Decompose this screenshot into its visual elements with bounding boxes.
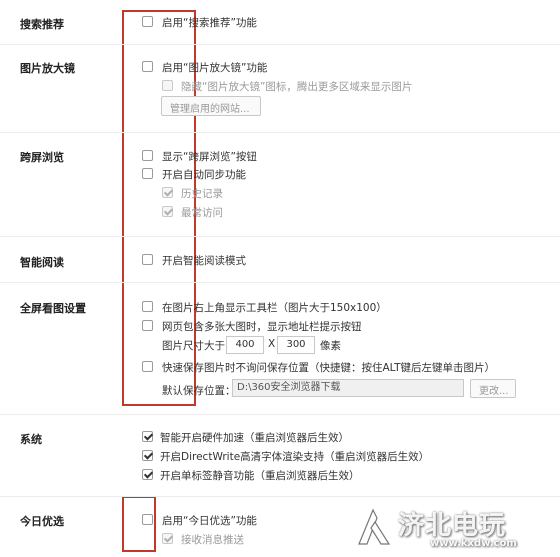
magnifier-enable-label: 启用“图片放大镜”功能: [162, 62, 268, 74]
divider: [0, 132, 560, 133]
today-push-checkbox[interactable]: [162, 533, 173, 544]
splitscreen-show-button-label: 显示“跨屏浏览”按钮: [162, 151, 257, 163]
hw-accel-label: 智能开启硬件加速（重启浏览器后生效）: [160, 432, 349, 444]
divider: [0, 236, 560, 237]
magnifier-hide-icon-checkbox[interactable]: [162, 80, 173, 91]
today-push-label: 接收消息推送: [181, 534, 244, 546]
image-width-input[interactable]: 400: [226, 336, 264, 354]
search-enable-checkbox[interactable]: [142, 16, 153, 27]
splitscreen-history-label: 历史记录: [181, 188, 223, 200]
fullscreen-toolbar-checkbox[interactable]: [142, 301, 153, 312]
section-title-search: 搜索推荐: [20, 18, 64, 31]
section-title-magnifier: 图片放大镜: [20, 62, 75, 75]
magnifier-enable-checkbox[interactable]: [142, 61, 153, 72]
directwrite-label: 开启DirectWrite高清字体渲染支持（重启浏览器后生效）: [160, 451, 430, 463]
change-path-button[interactable]: 更改...: [470, 379, 516, 398]
divider: [0, 282, 560, 283]
reader-enable-checkbox[interactable]: [142, 254, 153, 265]
watermark-logo: [358, 508, 391, 545]
size-x-separator: X: [268, 338, 276, 350]
directwrite-checkbox[interactable]: [142, 450, 153, 461]
hw-accel-checkbox[interactable]: [142, 431, 153, 442]
fullscreen-multi-image-checkbox[interactable]: [142, 320, 153, 331]
section-title-fullscreen: 全屏看图设置: [20, 302, 86, 315]
magnifier-hide-icon-label: 隐藏“图片放大镜”图标，腾出更多区域来显示图片: [181, 81, 413, 93]
splitscreen-history-checkbox[interactable]: [162, 187, 173, 198]
section-title-system: 系统: [20, 433, 42, 446]
section-title-splitscreen: 跨屏浏览: [20, 151, 64, 164]
divider: [0, 44, 560, 45]
splitscreen-recent-label: 最常访问: [181, 207, 223, 219]
reader-enable-label: 开启智能阅读模式: [162, 255, 246, 267]
today-enable-checkbox[interactable]: [142, 514, 153, 525]
manage-sites-button[interactable]: 管理启用的网站...: [161, 96, 261, 116]
image-size-label: 图片尺寸大于: [162, 340, 225, 352]
watermark-url: www.kxdw.com: [430, 538, 517, 549]
search-enable-label: 启用“搜索推荐”功能: [162, 17, 257, 29]
quick-save-label: 快速保存图片时不询问保存位置（快捷键：按住ALT键后左键单击图片）: [162, 362, 495, 374]
splitscreen-auto-sync-label: 开启自动同步功能: [162, 169, 246, 181]
splitscreen-recent-checkbox[interactable]: [162, 206, 173, 217]
default-path-label: 默认保存位置：: [162, 385, 236, 397]
tab-mute-checkbox[interactable]: [142, 469, 153, 480]
splitscreen-auto-sync-checkbox[interactable]: [142, 168, 153, 179]
today-enable-label: 启用“今日优选”功能: [162, 515, 257, 527]
image-height-input[interactable]: 300: [277, 336, 315, 354]
default-path-input[interactable]: D:\360安全浏览器下载: [232, 379, 464, 397]
divider: [0, 496, 560, 497]
tab-mute-label: 开启单标签静音功能（重启浏览器后生效）: [160, 470, 360, 482]
fullscreen-multi-image-label: 网页包含多张大图时，显示地址栏提示按钮: [162, 321, 362, 333]
fullscreen-toolbar-label: 在图片右上角显示工具栏（图片大于150x100）: [162, 302, 387, 314]
section-title-today: 今日优选: [20, 515, 64, 528]
quick-save-checkbox[interactable]: [142, 361, 153, 372]
splitscreen-show-button-checkbox[interactable]: [142, 150, 153, 161]
size-unit-label: 像素: [320, 340, 341, 352]
divider: [0, 414, 560, 415]
watermark-text: 济北电玩: [398, 511, 507, 541]
section-title-reader: 智能阅读: [20, 256, 64, 269]
